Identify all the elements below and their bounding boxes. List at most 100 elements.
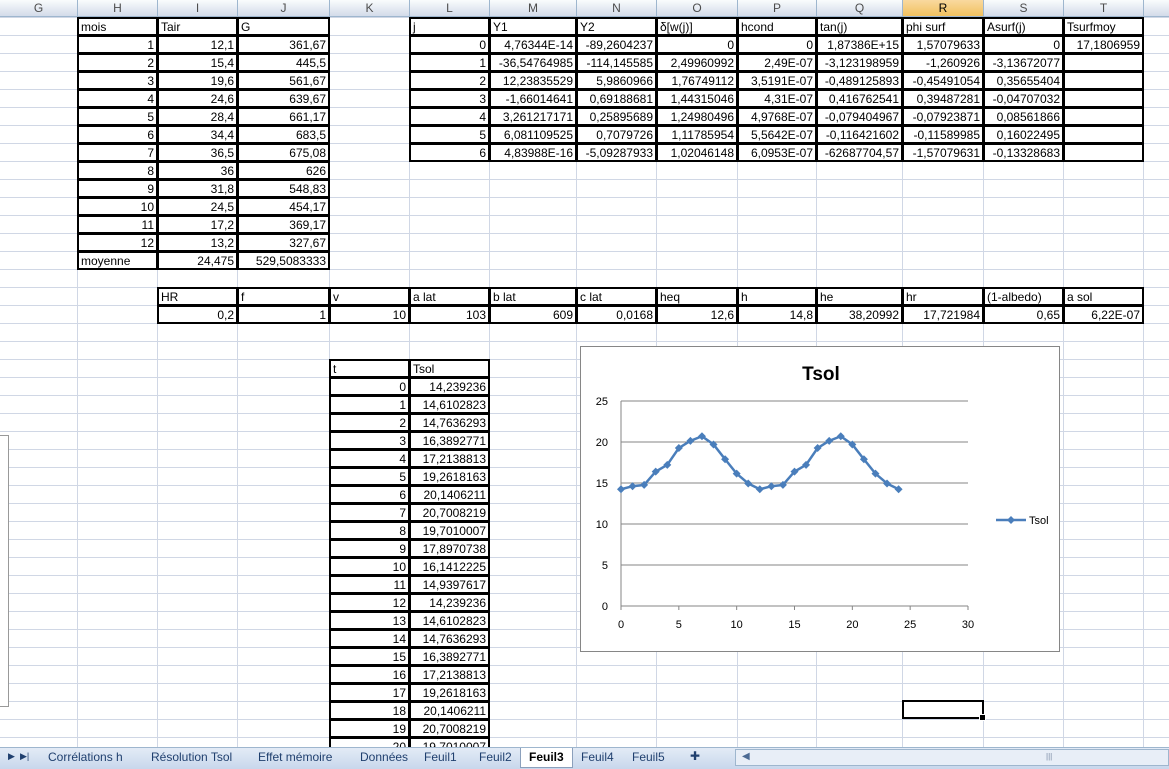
- data-cell[interactable]: 17: [329, 683, 410, 702]
- data-cell[interactable]: 38,20992: [816, 305, 903, 324]
- data-cell[interactable]: 19: [329, 719, 410, 738]
- data-cell[interactable]: -0,13328683: [983, 143, 1064, 162]
- data-cell[interactable]: 24,6: [157, 89, 238, 108]
- column-header-I[interactable]: I: [158, 0, 238, 17]
- column-header-N[interactable]: N: [577, 0, 657, 17]
- data-cell[interactable]: [1063, 107, 1144, 126]
- data-cell[interactable]: [1063, 89, 1144, 108]
- scroll-left-icon[interactable]: ◀: [742, 751, 750, 762]
- data-cell[interactable]: 14,6102823: [409, 611, 490, 630]
- data-cell[interactable]: 14,7636293: [409, 413, 490, 432]
- data-cell[interactable]: 14: [329, 629, 410, 648]
- data-cell[interactable]: 13: [329, 611, 410, 630]
- data-cell[interactable]: 9: [329, 539, 410, 558]
- data-cell[interactable]: 0,416762541: [816, 89, 903, 108]
- header-cell[interactable]: Asurf(j): [983, 17, 1064, 36]
- data-cell[interactable]: 3,5191E-07: [737, 71, 817, 90]
- data-cell[interactable]: -0,07923871: [902, 107, 984, 126]
- data-cell[interactable]: 1: [237, 305, 330, 324]
- data-cell[interactable]: 14,8: [737, 305, 817, 324]
- data-cell[interactable]: 4: [329, 449, 410, 468]
- data-cell[interactable]: 14,239236: [409, 377, 490, 396]
- data-cell[interactable]: 639,67: [237, 89, 330, 108]
- data-cell[interactable]: 1,11785954: [656, 125, 738, 144]
- sheet-tab-r-solution-tsol[interactable]: Résolution Tsol: [143, 748, 240, 767]
- header-cell[interactable]: hr: [902, 287, 984, 306]
- data-cell[interactable]: 14,239236: [409, 593, 490, 612]
- footer-cell[interactable]: 24,475: [157, 251, 238, 270]
- data-cell[interactable]: -0,11589985: [902, 125, 984, 144]
- data-cell[interactable]: 8: [77, 161, 158, 180]
- header-cell[interactable]: Tsol: [409, 359, 490, 378]
- column-header-K[interactable]: K: [330, 0, 410, 17]
- data-cell[interactable]: [1063, 143, 1144, 162]
- data-cell[interactable]: -3,123198959: [816, 53, 903, 72]
- data-cell[interactable]: 4,9768E-07: [737, 107, 817, 126]
- data-cell[interactable]: 3: [409, 89, 490, 108]
- data-cell[interactable]: 17,2138813: [409, 449, 490, 468]
- data-cell[interactable]: 17,2: [157, 215, 238, 234]
- data-cell[interactable]: 28,4: [157, 107, 238, 126]
- data-cell[interactable]: 0: [409, 35, 490, 54]
- data-cell[interactable]: 609: [489, 305, 577, 324]
- data-cell[interactable]: 1,76749112: [656, 71, 738, 90]
- data-cell[interactable]: 0: [737, 35, 817, 54]
- data-cell[interactable]: 17,8970738: [409, 539, 490, 558]
- data-cell[interactable]: 6,081109525: [489, 125, 577, 144]
- column-header-S[interactable]: S: [984, 0, 1064, 17]
- tsol-chart[interactable]: Tsol 0 5 10 15 20 25 0 5 10 15 20 25 30 Tsol: [580, 346, 1060, 652]
- data-cell[interactable]: -0,116421602: [816, 125, 903, 144]
- data-cell[interactable]: 1,44315046: [656, 89, 738, 108]
- data-cell[interactable]: 17,721984: [902, 305, 984, 324]
- data-cell[interactable]: 1,02046148: [656, 143, 738, 162]
- data-cell[interactable]: 5: [77, 107, 158, 126]
- column-header-H[interactable]: H: [78, 0, 158, 17]
- data-cell[interactable]: 0: [656, 35, 738, 54]
- data-cell[interactable]: 0,16022495: [983, 125, 1064, 144]
- header-cell[interactable]: hcond: [737, 17, 817, 36]
- header-cell[interactable]: Y2: [576, 17, 657, 36]
- data-cell[interactable]: 7: [329, 503, 410, 522]
- data-cell[interactable]: -3,13672077: [983, 53, 1064, 72]
- data-cell[interactable]: 561,67: [237, 71, 330, 90]
- header-cell[interactable]: phi surf: [902, 17, 984, 36]
- data-cell[interactable]: 0,25895689: [576, 107, 657, 126]
- data-cell[interactable]: 6: [77, 125, 158, 144]
- data-cell[interactable]: 0,39487281: [902, 89, 984, 108]
- header-cell[interactable]: j: [409, 17, 490, 36]
- data-cell[interactable]: -1,66014641: [489, 89, 577, 108]
- data-cell[interactable]: 12,23835529: [489, 71, 577, 90]
- data-cell[interactable]: [1063, 125, 1144, 144]
- sheet-tab-feuil5[interactable]: Feuil5: [624, 748, 673, 767]
- data-cell[interactable]: 626: [237, 161, 330, 180]
- data-cell[interactable]: 454,17: [237, 197, 330, 216]
- data-cell[interactable]: 6: [409, 143, 490, 162]
- data-cell[interactable]: -0,04707032: [983, 89, 1064, 108]
- data-cell[interactable]: 24,5: [157, 197, 238, 216]
- data-cell[interactable]: 14,7636293: [409, 629, 490, 648]
- data-cell[interactable]: 10: [329, 305, 410, 324]
- sheet-tab-feuil3[interactable]: Feuil3: [520, 748, 573, 768]
- data-cell[interactable]: 369,17: [237, 215, 330, 234]
- data-cell[interactable]: 14,6102823: [409, 395, 490, 414]
- data-cell[interactable]: 16,3892771: [409, 647, 490, 666]
- column-header-M[interactable]: M: [490, 0, 577, 17]
- data-cell[interactable]: 0,2: [157, 305, 238, 324]
- header-cell[interactable]: Y1: [489, 17, 577, 36]
- footer-cell[interactable]: 529,5083333: [237, 251, 330, 270]
- data-cell[interactable]: 4: [409, 107, 490, 126]
- data-cell[interactable]: 3: [77, 71, 158, 90]
- header-cell[interactable]: heq: [656, 287, 738, 306]
- scroll-thumb-grip[interactable]: |||: [1046, 752, 1052, 761]
- column-header-L[interactable]: L: [410, 0, 490, 17]
- data-cell[interactable]: 0,65: [983, 305, 1064, 324]
- data-cell[interactable]: -89,2604237: [576, 35, 657, 54]
- data-cell[interactable]: 11: [329, 575, 410, 594]
- data-cell[interactable]: -36,54764985: [489, 53, 577, 72]
- header-cell[interactable]: t: [329, 359, 410, 378]
- column-header-Q[interactable]: Q: [817, 0, 903, 17]
- data-cell[interactable]: 36,5: [157, 143, 238, 162]
- header-cell[interactable]: f: [237, 287, 330, 306]
- data-cell[interactable]: 5,5642E-07: [737, 125, 817, 144]
- data-cell[interactable]: 5,9860966: [576, 71, 657, 90]
